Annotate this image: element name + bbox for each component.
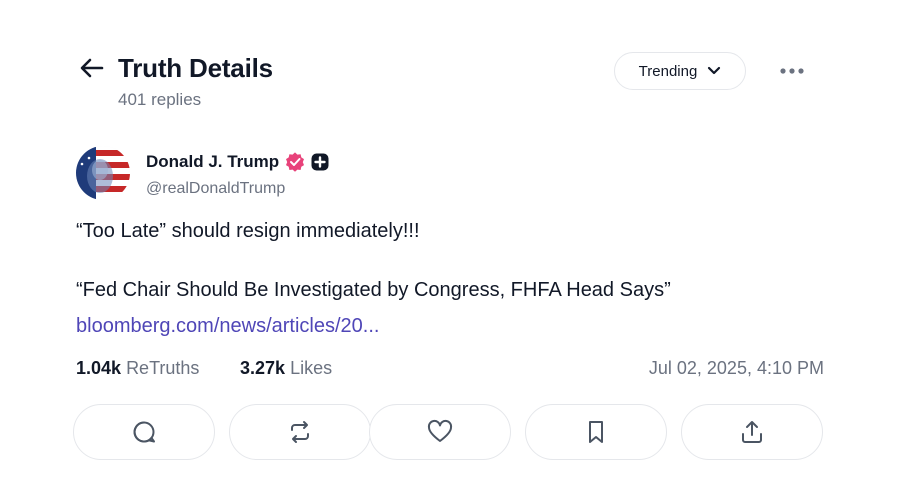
reply-icon: [133, 421, 155, 443]
post-text-line-2: “Fed Chair Should Be Investigated by Con…: [76, 279, 671, 301]
arrow-left-icon: [80, 58, 104, 78]
sort-label: Trending: [638, 62, 698, 80]
plus-badge-icon: [311, 153, 329, 171]
author-name-row: Donald J. Trump: [146, 152, 329, 172]
post-stats: 1.04k ReTruths 3.27k Likes Jul 02, 2025,…: [76, 358, 824, 384]
more-options-button[interactable]: [776, 58, 808, 84]
avatar-image: [76, 146, 130, 200]
bookmark-icon: [589, 421, 603, 443]
share-button[interactable]: [681, 404, 823, 460]
page-title: Truth Details: [118, 53, 273, 83]
likes-stat[interactable]: 3.27k Likes: [240, 358, 332, 379]
action-bar: [73, 404, 829, 462]
retruths-label: ReTruths: [126, 358, 200, 378]
page-header: Truth Details 401 replies Trending: [76, 52, 836, 112]
post-timestamp: Jul 02, 2025, 4:10 PM: [648, 358, 824, 378]
reply-count: 401 replies: [118, 90, 202, 109]
chevron-down-icon: [708, 66, 721, 75]
more-horizontal-icon: [780, 68, 804, 74]
bookmark-button[interactable]: [525, 404, 667, 460]
retruth-icon: [291, 421, 309, 443]
post-link[interactable]: bloomberg.com/news/articles/20...: [76, 315, 379, 338]
like-button[interactable]: [369, 404, 511, 460]
verified-badge-icon: [286, 152, 305, 172]
likes-count: 3.27k: [240, 358, 286, 378]
author-name[interactable]: Donald J. Trump: [146, 152, 279, 172]
retruths-stat[interactable]: 1.04k ReTruths: [76, 358, 199, 379]
likes-label: Likes: [290, 358, 333, 378]
post-text-line-1: “Too Late” should resign immediately!!!: [76, 220, 420, 242]
sort-dropdown[interactable]: Trending: [614, 52, 746, 90]
reply-button[interactable]: [73, 404, 215, 460]
heart-icon: [427, 419, 453, 442]
avatar[interactable]: [76, 146, 130, 200]
share-icon: [742, 421, 762, 443]
retruth-button[interactable]: [229, 404, 371, 460]
retruths-count: 1.04k: [76, 358, 122, 378]
author-handle[interactable]: @realDonaldTrump: [146, 180, 285, 198]
back-button[interactable]: [78, 56, 106, 80]
